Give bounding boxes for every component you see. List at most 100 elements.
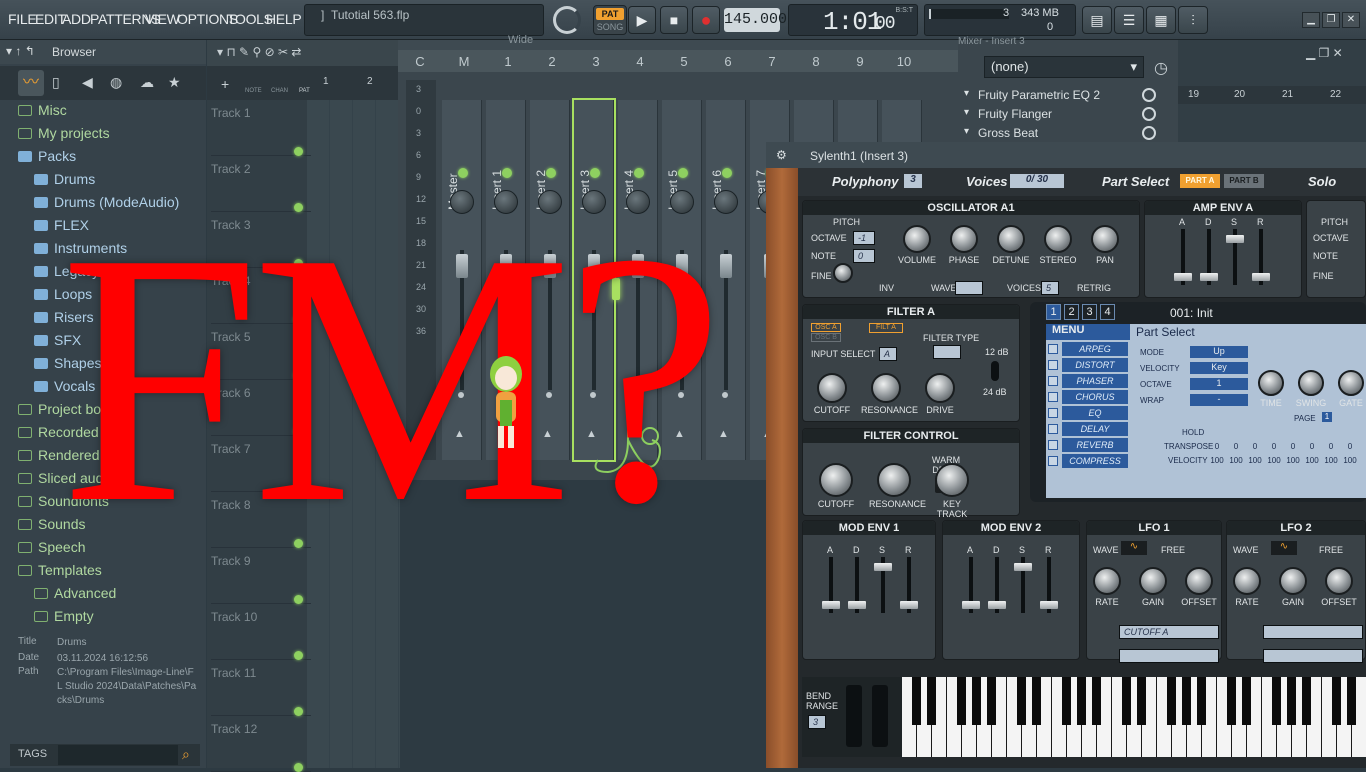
black-key[interactable] (1137, 677, 1146, 725)
fx-enable-checkbox[interactable] (1048, 408, 1058, 418)
transpose-step[interactable]: 0 (1284, 442, 1302, 451)
lfo1-dest2[interactable] (1119, 649, 1219, 663)
synth-knob[interactable] (925, 373, 955, 403)
tool-note[interactable]: NOTE (245, 88, 262, 94)
search-icon[interactable]: ⌕ (182, 746, 190, 763)
black-key[interactable] (1167, 677, 1176, 725)
transpose-step[interactable]: 0 (1246, 442, 1264, 451)
mod-wheel[interactable] (872, 685, 888, 747)
speaker-icon[interactable]: ◀ (82, 74, 93, 91)
fx-slot-enable[interactable] (1142, 126, 1156, 140)
velocity-step[interactable]: 100 (1265, 456, 1283, 465)
arp-param-value[interactable]: - (1190, 394, 1248, 406)
adsr-slider-cap[interactable] (874, 563, 892, 571)
browser-item[interactable]: Advanced (34, 585, 116, 605)
mixer-preset[interactable]: Wide (508, 34, 533, 46)
close-button[interactable]: ✕ (1342, 12, 1360, 28)
fx-enable-checkbox[interactable] (1048, 344, 1058, 354)
display-tab[interactable]: 3 (1082, 304, 1097, 320)
synth-knob[interactable] (1093, 567, 1121, 595)
synth-knob[interactable] (1325, 567, 1353, 595)
synth-knob[interactable] (819, 463, 853, 497)
synth-knob[interactable] (935, 463, 969, 497)
menu-add[interactable]: ADD (62, 11, 91, 27)
lfo2-wave-select[interactable]: ∿ (1271, 541, 1297, 555)
play-button[interactable]: ▶ (628, 6, 656, 34)
maximize-button[interactable]: ❐ (1322, 12, 1340, 28)
velocity-step[interactable]: 100 (1303, 456, 1321, 465)
menu-button[interactable]: MENU (1046, 324, 1130, 340)
velocity-step[interactable]: 100 (1246, 456, 1264, 465)
pat-song-toggle[interactable]: PAT SONG (593, 5, 627, 35)
patch-name[interactable]: 001: Init (1170, 306, 1213, 320)
tool-icons[interactable]: ▾ ⊓ ✎ ⚲ ⊘ ✂ ⇄ (217, 45, 301, 59)
synth-knob[interactable] (1233, 567, 1261, 595)
fx-page-button[interactable]: COMPRESS (1062, 454, 1128, 468)
menu-view[interactable]: VIEW (145, 11, 180, 27)
black-key[interactable] (1032, 677, 1041, 725)
fine-knob[interactable] (833, 263, 853, 283)
part-a-button[interactable]: PART A (1180, 174, 1220, 188)
record-button[interactable]: ● (692, 6, 720, 34)
black-key[interactable] (1272, 677, 1281, 725)
synth-knob[interactable] (1091, 225, 1119, 253)
synth-knob[interactable] (950, 225, 978, 253)
black-key[interactable] (1077, 677, 1086, 725)
black-key[interactable] (987, 677, 996, 725)
mixer-button[interactable]: ⫶ (1178, 6, 1208, 34)
adsr-slider-cap[interactable] (1040, 601, 1058, 609)
piano-roll-button[interactable]: ▦ (1146, 6, 1176, 34)
clock-icon[interactable]: ◷ (1154, 58, 1168, 78)
master-volume-knob[interactable] (553, 6, 581, 34)
file-icon[interactable]: ▯ (52, 74, 60, 91)
black-key[interactable] (1227, 677, 1236, 725)
track-mute-led[interactable] (294, 595, 303, 604)
black-key[interactable] (1287, 677, 1296, 725)
display-tab[interactable]: 1 (1046, 304, 1061, 320)
display-tab[interactable]: 2 (1064, 304, 1079, 320)
voices-osc-value[interactable]: 5 (1041, 281, 1059, 295)
menu-help[interactable]: HELP (266, 11, 302, 27)
black-key[interactable] (927, 677, 936, 725)
part-b-button[interactable]: PART B (1224, 174, 1264, 188)
fx-page-button[interactable]: EQ (1062, 406, 1128, 420)
window-controls[interactable]: ▁ ❐ ✕ (1306, 46, 1343, 60)
volume-fader-cap[interactable] (720, 254, 732, 278)
strip-enable-led[interactable] (546, 168, 556, 178)
black-key[interactable] (972, 677, 981, 725)
note-value[interactable]: 0 (853, 249, 875, 263)
transpose-step[interactable]: 0 (1322, 442, 1340, 451)
fx-enable-checkbox[interactable] (1048, 456, 1058, 466)
adsr-slider-cap[interactable] (1174, 273, 1192, 281)
black-key[interactable] (1062, 677, 1071, 725)
fx-slot[interactable]: ▾ Fruity Parametric EQ 2 (962, 86, 1174, 104)
display-tab[interactable]: 4 (1100, 304, 1115, 320)
menu-file[interactable]: FILE (8, 11, 37, 27)
synth-knob[interactable] (1338, 370, 1364, 396)
black-key[interactable] (1182, 677, 1191, 725)
black-key[interactable] (1092, 677, 1101, 725)
send-dot[interactable] (722, 392, 728, 398)
fx-page-button[interactable]: PHASER (1062, 374, 1128, 388)
black-key[interactable] (1017, 677, 1026, 725)
fx-page-button[interactable]: ARPEG (1062, 342, 1128, 356)
cloud-icon[interactable]: ☁ (140, 74, 154, 91)
track-mute-led[interactable] (294, 651, 303, 660)
adsr-slider-cap[interactable] (962, 601, 980, 609)
synth-knob[interactable] (903, 225, 931, 253)
star-icon[interactable]: ★ (168, 74, 181, 91)
velocity-step[interactable]: 100 (1227, 456, 1245, 465)
synth-knob[interactable] (871, 373, 901, 403)
gear-icon[interactable]: ⚙ (776, 148, 787, 162)
velocity-step[interactable]: 100 (1208, 456, 1226, 465)
polyphony-value[interactable]: 3 (904, 174, 922, 188)
black-key[interactable] (912, 677, 921, 725)
black-key[interactable] (957, 677, 966, 725)
adsr-slider-cap[interactable] (900, 601, 918, 609)
fx-page-button[interactable]: REVERB (1062, 438, 1128, 452)
browser-item[interactable]: My projects (18, 125, 110, 145)
track-mute-led[interactable] (294, 707, 303, 716)
strip-enable-led[interactable] (722, 168, 732, 178)
browser-item[interactable]: Empty (34, 608, 94, 628)
black-key[interactable] (1122, 677, 1131, 725)
